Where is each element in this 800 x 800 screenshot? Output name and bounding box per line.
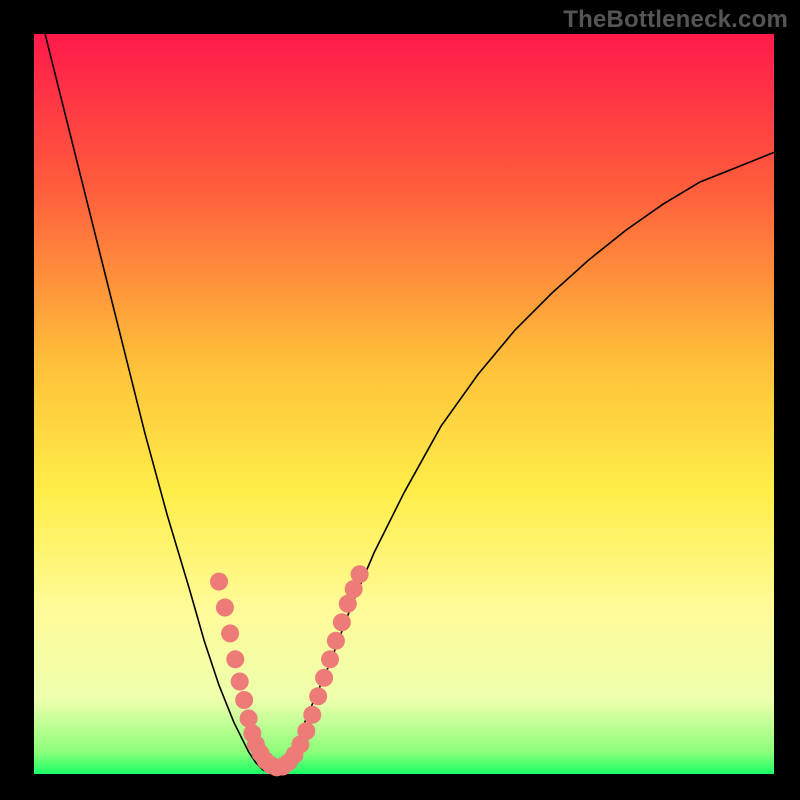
marker-dot — [226, 650, 244, 668]
marker-dot — [309, 687, 327, 705]
bottleneck-curve — [34, 0, 774, 773]
plot-area — [34, 34, 774, 774]
marker-dot — [216, 599, 234, 617]
marker-dot — [235, 691, 253, 709]
watermark-text: TheBottleneck.com — [563, 6, 788, 34]
marker-dot — [315, 669, 333, 687]
chart-frame: TheBottleneck.com — [0, 0, 800, 800]
marker-dot — [351, 565, 369, 583]
marker-dot — [333, 613, 351, 631]
marker-dot — [327, 632, 345, 650]
marker-dot — [297, 722, 315, 740]
marker-dot — [210, 573, 228, 591]
marker-cluster — [210, 565, 369, 776]
marker-dot — [231, 673, 249, 691]
chart-svg — [34, 34, 774, 774]
marker-dot — [221, 624, 239, 642]
marker-dot — [321, 650, 339, 668]
marker-dot — [303, 706, 321, 724]
